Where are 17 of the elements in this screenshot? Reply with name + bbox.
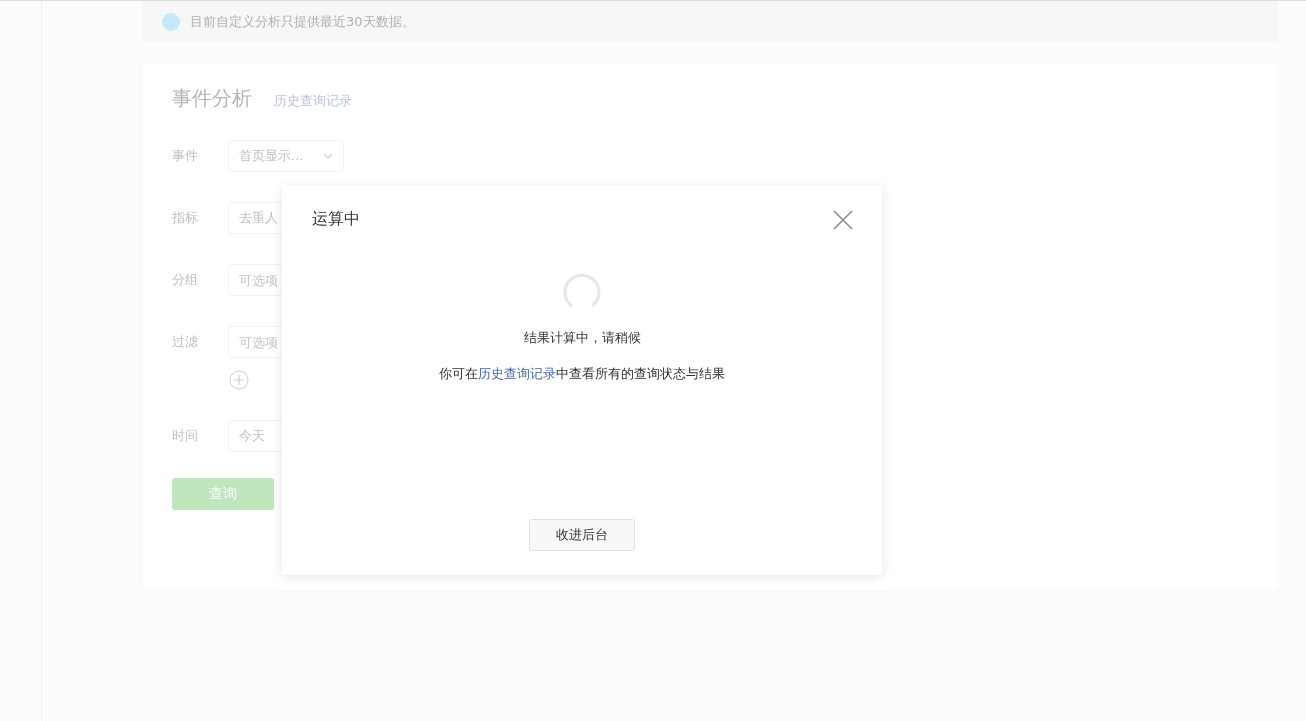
select-field[interactable]: 首页显示... [228, 140, 344, 172]
loading-message: 结果计算中，请稍候 [523, 329, 641, 347]
field-label: 事件 [172, 147, 199, 165]
page-title: 事件分析 [172, 85, 252, 112]
background-button[interactable]: 收进后台 [529, 519, 635, 551]
query-button[interactable]: 查询 [172, 478, 274, 510]
hint-text: 你可在历史查询记录中查看所有的查询状态与结果 [439, 365, 725, 383]
field-label: 时间 [172, 427, 199, 445]
history-link[interactable]: 历史查询记录 [274, 92, 352, 110]
field-label: 过滤 [172, 333, 199, 351]
close-icon[interactable] [833, 209, 853, 230]
field-label: 分组 [172, 271, 199, 289]
chevron-down-icon [323, 153, 333, 159]
modal-title: 运算中 [312, 209, 360, 230]
notice-text: 目前自定义分析只提供最近30天数据。 [190, 12, 415, 31]
history-link[interactable]: 历史查询记录 [478, 366, 556, 381]
field-label: 指标 [172, 209, 199, 227]
